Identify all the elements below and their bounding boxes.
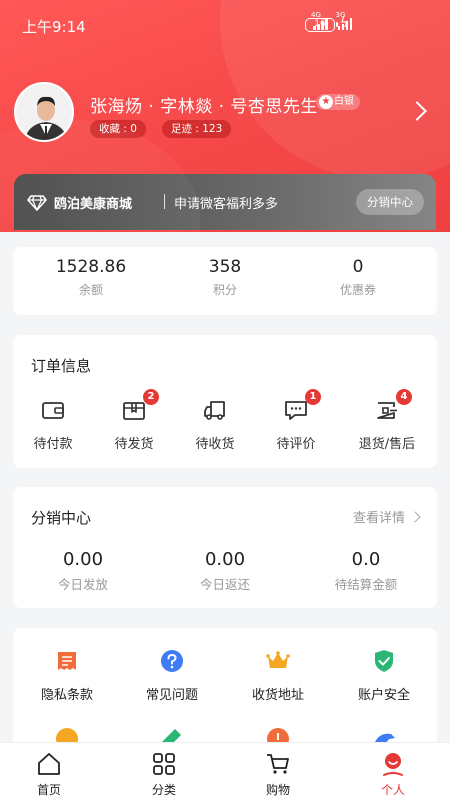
status-time: 上午9:14 [22, 18, 86, 36]
charging-icon: ϟ [340, 16, 349, 31]
service-label: 账户安全 [357, 688, 410, 703]
vip-badge: ★ 白银 [316, 94, 360, 110]
distribution-center-button[interactable]: 分销中心 [356, 189, 424, 215]
coupons-label: 优惠券 [339, 283, 376, 297]
service-label: 隐私条款 [40, 688, 93, 703]
pending-settlement-stat: 0.0 待结算金额 [306, 549, 426, 593]
shop-banner[interactable]: 鸥泊美康商城 申请微客福利多多 分销中心 [14, 174, 436, 230]
balance-stat[interactable]: 1528.86 余额 [41, 257, 141, 298]
today-issued-value: 0.00 [62, 549, 104, 570]
profile-header: 上午9:14 4G 3G 16 ϟ 张海炀 · 字林燚 · 号杏思先生 ★ 白银… [0, 0, 450, 232]
status-bar: 上午9:14 4G 3G 16 ϟ [0, 0, 450, 52]
grid-icon [153, 753, 175, 775]
bottom-tab-bar: 首页 分类 购物 个人 [0, 742, 450, 800]
favorites-count[interactable]: 收藏 : 0 [90, 120, 146, 138]
tab-category[interactable]: 分类 [124, 751, 204, 798]
order-pending-payment[interactable]: 待付款 [13, 397, 93, 452]
distribution-card: 分销中心 查看详情 0.00 今日发放 0.00 今日返还 0.0 待结算金额 [13, 487, 437, 608]
order-pending-receipt[interactable]: 待收货 [175, 397, 255, 452]
order-returns[interactable]: 4 退货/售后 [347, 389, 427, 452]
today-issued-stat: 0.00 今日发放 [23, 549, 143, 593]
account-stats-card: 1528.86 余额 358 积分 0 优惠券 [13, 247, 437, 315]
points-label: 积分 [212, 283, 237, 297]
tab-profile[interactable]: 个人 [353, 751, 433, 798]
order-badge: 4 [396, 389, 412, 405]
pending-settlement-value: 0.0 [351, 549, 381, 570]
tab-home[interactable]: 首页 [9, 751, 89, 798]
service-account-security[interactable]: 账户安全 [334, 648, 434, 703]
shop-name: 鸥泊美康商城 [54, 197, 133, 212]
profile-section[interactable]: 张海炀 · 字林燚 · 号杏思先生 ★ 白银 收藏 : 0 足迹 : 123 [0, 82, 450, 152]
order-item-label: 待发货 [114, 437, 154, 452]
shield-check-icon [375, 650, 393, 672]
battery-icon: 16 [305, 18, 338, 32]
star-icon: ★ [319, 95, 333, 109]
today-returned-stat: 0.00 今日返还 [165, 549, 285, 593]
order-item-label: 待付款 [33, 437, 73, 452]
diamond-icon [27, 195, 47, 211]
coupons-stat[interactable]: 0 优惠券 [308, 257, 408, 298]
footprints-count[interactable]: 足迹 : 123 [162, 120, 232, 138]
tab-label: 分类 [151, 783, 176, 797]
avatar[interactable] [14, 82, 74, 142]
view-details-link[interactable]: 查看详情 [353, 507, 419, 526]
order-item-label: 待收货 [195, 437, 235, 452]
balance-value: 1528.86 [55, 257, 127, 277]
distribution-title: 分销中心 [31, 509, 92, 527]
points-stat[interactable]: 358 积分 [175, 257, 275, 298]
order-pending-shipment[interactable]: 2 待发货 [94, 389, 174, 452]
divider [164, 194, 165, 209]
service-label: 常见问题 [145, 688, 198, 703]
coupons-value: 0 [352, 257, 364, 277]
home-icon [38, 753, 60, 775]
tab-label: 购物 [265, 783, 290, 797]
today-returned-label: 今日返还 [199, 577, 250, 592]
question-icon [161, 650, 183, 672]
order-item-label: 退货/售后 [358, 437, 416, 452]
wallet-icon [42, 402, 64, 419]
balance-label: 余额 [78, 283, 103, 297]
order-pending-review[interactable]: 1 待评价 [256, 389, 336, 452]
order-item-label: 待评价 [276, 437, 316, 452]
order-badge: 1 [305, 389, 321, 405]
crown-icon [266, 651, 290, 668]
username: 张海炀 · 字林燚 · 号杏思先生 [90, 97, 318, 117]
battery-level: 16 [314, 19, 326, 29]
service-shipping-address[interactable]: 收货地址 [228, 648, 328, 703]
today-returned-value: 0.00 [204, 549, 246, 570]
chevron-right-icon[interactable] [407, 101, 427, 121]
tab-label: 个人 [380, 783, 405, 797]
orders-title: 订单信息 [31, 357, 92, 375]
points-value: 358 [208, 257, 242, 277]
document-icon [58, 652, 76, 670]
truck-icon [204, 401, 225, 420]
person-icon [383, 753, 403, 776]
shop-slogan: 申请微客福利多多 [174, 197, 279, 212]
service-privacy-policy[interactable]: 隐私条款 [17, 648, 117, 703]
tab-label: 首页 [36, 783, 61, 797]
tab-shopping[interactable]: 购物 [238, 751, 318, 798]
orders-card: 订单信息 待付款 2 待发货 待收货 1 待评价 4 退货/售后 [13, 335, 437, 468]
today-issued-label: 今日发放 [57, 577, 108, 592]
service-faq[interactable]: 常见问题 [122, 648, 222, 703]
service-label: 收货地址 [251, 688, 304, 703]
cart-icon [267, 754, 289, 774]
vip-level: 白银 [334, 96, 354, 107]
pending-settlement-label: 待结算金额 [334, 577, 398, 592]
order-badge: 2 [143, 389, 159, 405]
